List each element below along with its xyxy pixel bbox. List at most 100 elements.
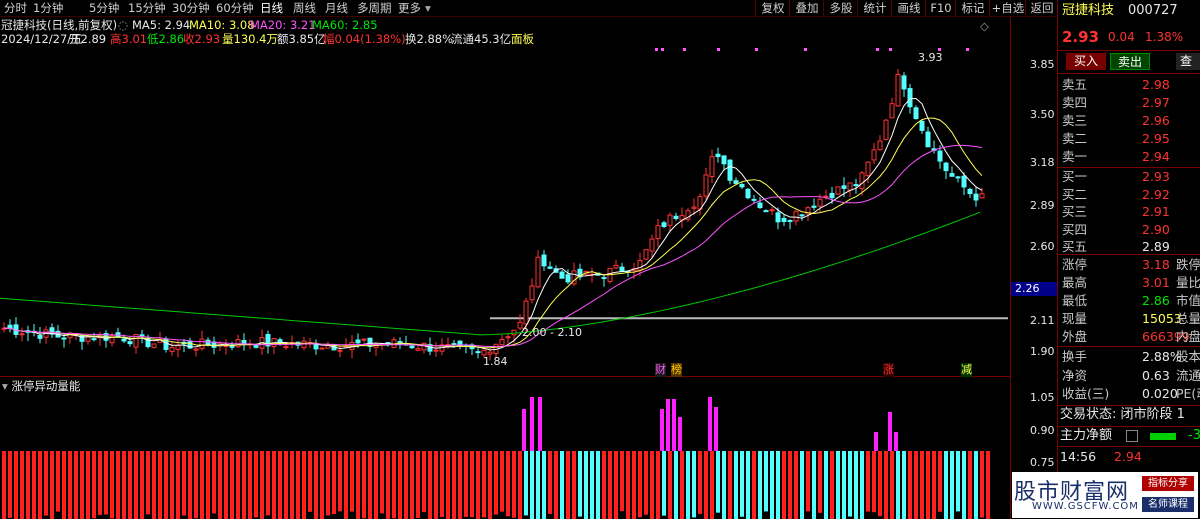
bid-row-1[interactable]: 买一 2.93 <box>1060 168 1200 186</box>
candle-body <box>715 153 721 158</box>
volume-bar <box>128 451 132 519</box>
candle-body <box>169 346 175 352</box>
last-price: 2.93 <box>1062 28 1100 46</box>
tab-1min[interactable]: 1分钟 <box>33 0 63 16</box>
tab-monthly[interactable]: 月线 <box>325 0 348 16</box>
tag-bang[interactable]: 榜 <box>671 363 682 377</box>
chevron-down-icon[interactable]: ▾ <box>425 0 431 16</box>
tag-zhang[interactable]: 涨 <box>883 363 894 377</box>
axis-label-260: 2.60 <box>1030 240 1055 253</box>
tab-multi-period[interactable]: 多周期 <box>357 0 392 16</box>
volume-bar <box>38 451 42 519</box>
ask-row-1[interactable]: 卖一 2.94 <box>1060 148 1200 166</box>
indicator-chart[interactable] <box>0 377 1057 519</box>
tab-weekly[interactable]: 周线 <box>293 0 316 16</box>
volume-bar <box>74 451 78 519</box>
tab-60min[interactable]: 60分钟 <box>216 0 254 16</box>
signal-dot <box>755 48 758 51</box>
stat-row-0[interactable]: 涨停 3.18 跌停 <box>1060 256 1200 274</box>
candle-body <box>859 172 865 190</box>
tab-fenshi[interactable]: 分时 <box>4 0 27 16</box>
volume-bar <box>14 451 18 519</box>
stat-row-3[interactable]: 现量 15053 总量 <box>1060 310 1200 328</box>
candle-body <box>853 184 859 187</box>
stat2-row-2-label: 收益(三) <box>1062 386 1110 401</box>
stats-button[interactable]: 统计 <box>857 0 892 16</box>
candle-body <box>175 345 181 350</box>
back-button[interactable]: 返回 <box>1025 0 1058 16</box>
stat2-row-2-value: 0.020 <box>1142 386 1178 401</box>
candle-body <box>121 338 127 342</box>
tab-30min[interactable]: 30分钟 <box>172 0 210 16</box>
bid-row-2[interactable]: 买二 2.92 <box>1060 186 1200 204</box>
price-marker: 2.26 <box>1011 282 1057 296</box>
candle-body <box>781 217 787 222</box>
bid-row-3[interactable]: 买三 2.91 <box>1060 203 1200 221</box>
f10-button[interactable]: F10 <box>925 0 956 16</box>
volume-bar <box>446 451 450 519</box>
candle-body <box>835 186 841 195</box>
volume-bar <box>932 451 936 519</box>
kline-chart[interactable] <box>0 17 1057 377</box>
candle-body <box>979 193 985 199</box>
volume-bar <box>572 451 576 519</box>
axis-label-350: 3.50 <box>1030 108 1055 121</box>
candle-body <box>601 277 607 280</box>
volume-bar <box>146 451 150 515</box>
volume-bar <box>794 451 798 519</box>
period-toolbar: 分时 1分钟 5分钟 15分钟 30分钟 60分钟 日线 周线 月线 多周期 更… <box>0 0 1057 17</box>
volume-bar <box>470 451 474 518</box>
ask-row-5[interactable]: 卖五 2.98 <box>1060 76 1200 94</box>
ask-row-2[interactable]: 卖二 2.95 <box>1060 130 1200 148</box>
tab-daily[interactable]: 日线 <box>260 0 283 16</box>
signal-dot <box>966 48 969 51</box>
volume-bar <box>320 451 324 519</box>
volume-bar <box>746 451 750 519</box>
stat-row-4[interactable]: 外盘 666399 内盘 <box>1060 328 1200 346</box>
list-icon[interactable] <box>1126 430 1138 442</box>
net-bar <box>1150 433 1176 440</box>
stat2-row-0[interactable]: 换手 2.88% 股本 <box>1060 348 1200 366</box>
stat2-row-1[interactable]: 净资 0.63 流通 <box>1060 367 1200 385</box>
volume-bar <box>740 451 744 517</box>
stat-row-4-extra: 内盘 <box>1176 329 1200 344</box>
volume-bar <box>830 451 834 519</box>
volume-bar <box>824 451 828 519</box>
tab-5min[interactable]: 5分钟 <box>89 0 119 16</box>
sell-button[interactable]: 卖出 <box>1110 53 1150 70</box>
tab-more[interactable]: 更多 <box>398 0 421 16</box>
overlay-button[interactable]: 叠加 <box>789 0 824 16</box>
draw-line-button[interactable]: 画线 <box>891 0 926 16</box>
multi-stock-button[interactable]: 多股 <box>823 0 858 16</box>
query-button[interactable]: 查 <box>1176 53 1200 70</box>
volume-bar <box>296 451 300 519</box>
surge-bar <box>874 432 878 451</box>
bid-row-4[interactable]: 买四 2.90 <box>1060 221 1200 239</box>
volume-bar <box>776 451 780 519</box>
add-watchlist-button[interactable]: +自选 <box>989 0 1026 16</box>
candle-body <box>613 264 619 269</box>
candle-body <box>925 131 931 148</box>
stat-row-2[interactable]: 最低 2.86 市值 <box>1060 292 1200 310</box>
surge-bar <box>530 397 534 451</box>
mark-button[interactable]: 标记 <box>955 0 990 16</box>
trade-status: 交易状态: 闭市阶段 1 <box>1060 407 1185 422</box>
volume-bar <box>710 451 714 519</box>
stat-row-0-label: 涨停 <box>1062 257 1088 272</box>
volume-bar <box>836 451 840 519</box>
tab-15min[interactable]: 15分钟 <box>128 0 166 16</box>
tag-jian[interactable]: 减 <box>961 363 972 377</box>
ask-row-3[interactable]: 卖三 2.96 <box>1060 112 1200 130</box>
watermark-tag2: 名师课程 <box>1142 497 1194 512</box>
ask-row-4[interactable]: 卖四 2.97 <box>1060 94 1200 112</box>
buy-button[interactable]: 买入 <box>1066 53 1106 70</box>
stat-row-1[interactable]: 最高 3.01 量比 <box>1060 274 1200 292</box>
fuquan-button[interactable]: 复权 <box>755 0 790 16</box>
volume-bar <box>392 451 396 519</box>
volume-bar <box>44 451 48 516</box>
stat2-row-2[interactable]: 收益(三) 0.020PE(动 <box>1060 385 1200 403</box>
volume-bar <box>926 451 930 519</box>
candle-body <box>745 188 751 199</box>
main-net-value: -3 <box>1188 428 1200 443</box>
tag-cai[interactable]: 财 <box>655 363 666 377</box>
